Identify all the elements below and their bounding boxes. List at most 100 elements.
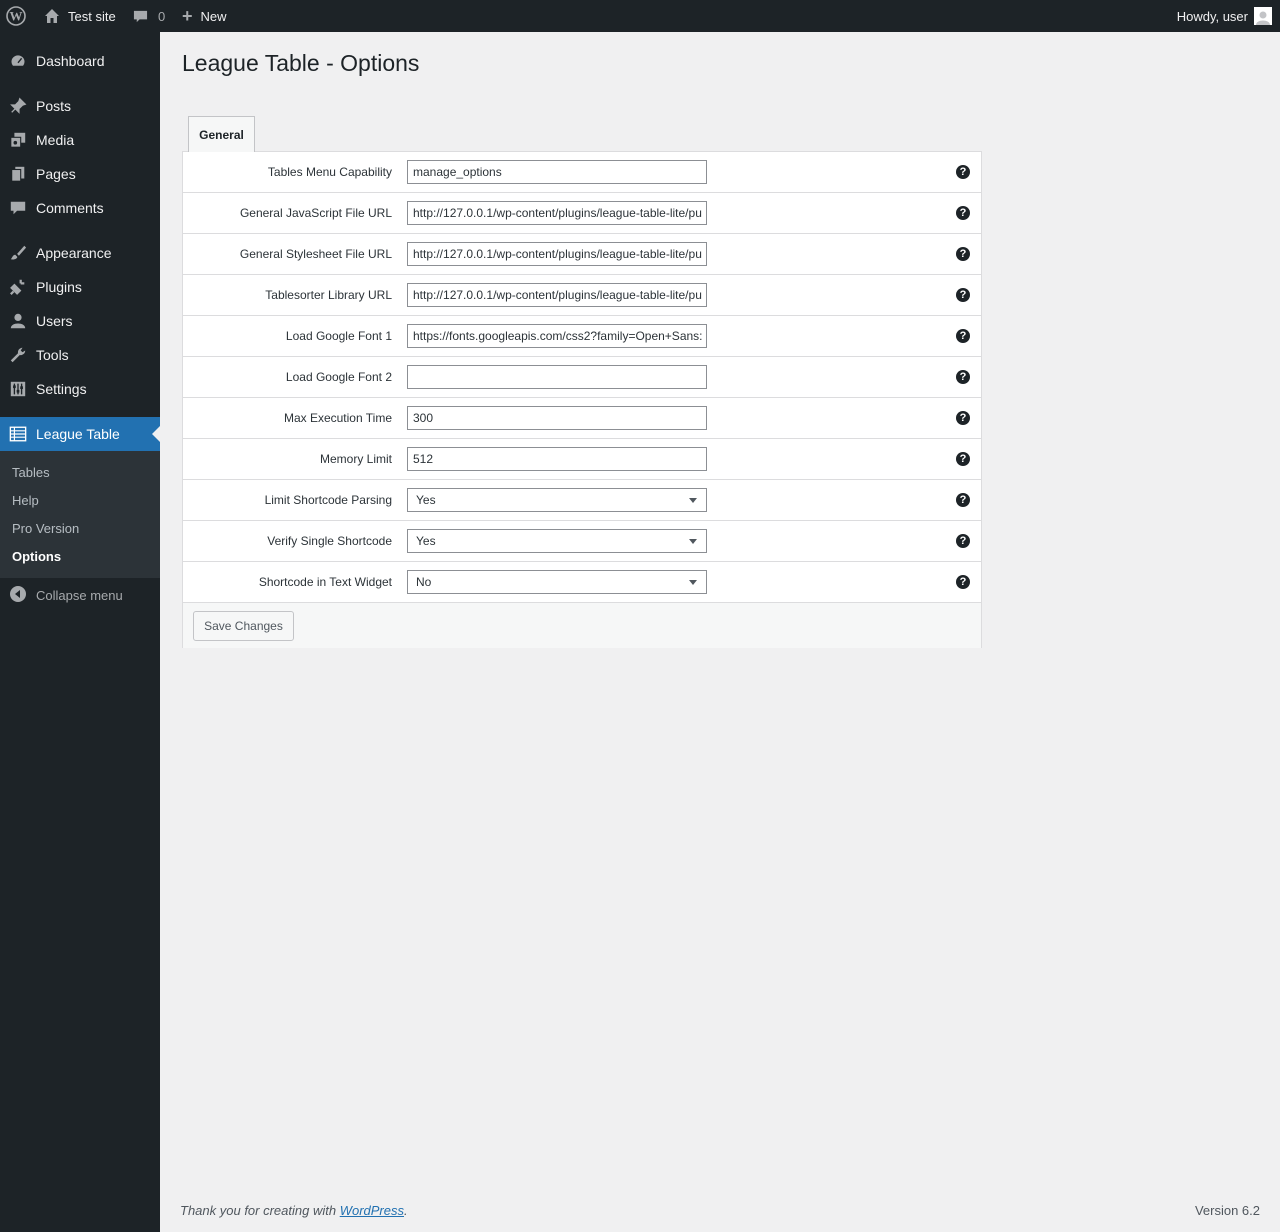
option-row-tablesorter-library-url: Tablesorter Library URL http://127.0.0.1… [183, 275, 981, 316]
sidebar-item-users[interactable]: Users [0, 304, 160, 338]
help-icon[interactable]: ? [956, 493, 970, 507]
help-icon[interactable]: ? [956, 329, 970, 343]
site-name: Test site [68, 8, 116, 24]
tab-general[interactable]: General [188, 116, 255, 152]
option-row-limit-shortcode-parsing: Limit Shortcode Parsing Yes ? [183, 480, 981, 521]
option-label: Shortcode in Text Widget [258, 575, 392, 589]
pages-icon [8, 164, 28, 184]
general-stylesheet-url-input[interactable]: http://127.0.0.1/wp-content/plugins/leag… [407, 242, 707, 266]
chevron-down-icon [689, 539, 697, 544]
option-label: Load Google Font 1 [285, 329, 392, 343]
avatar [1254, 7, 1272, 25]
plug-icon [8, 277, 28, 297]
collapse-label: Collapse menu [36, 587, 123, 603]
option-label: Load Google Font 2 [285, 370, 392, 384]
dashboard-icon [8, 51, 28, 71]
league-table-submenu: Tables Help Pro Version Options [0, 451, 160, 578]
sidebar-item-label: Plugins [36, 279, 82, 295]
sidebar-item-posts[interactable]: Posts [0, 89, 160, 123]
admin-sidebar: Dashboard Posts Media Pages Comments App… [0, 32, 160, 1232]
help-icon[interactable]: ? [956, 411, 970, 425]
wordpress-logo-icon[interactable]: W [6, 0, 28, 32]
sidebar-item-label: Users [36, 313, 73, 329]
sidebar-item-appearance[interactable]: Appearance [0, 236, 160, 270]
option-row-tables-menu-capability: Tables Menu Capability manage_options ? [183, 152, 981, 193]
option-row-load-google-font-2: Load Google Font 2 ? [183, 357, 981, 398]
wrench-icon [8, 345, 28, 365]
submenu-item-options[interactable]: Options [12, 549, 61, 564]
sidebar-item-tools[interactable]: Tools [0, 338, 160, 372]
help-icon[interactable]: ? [956, 534, 970, 548]
site-name-link[interactable]: Test site [44, 0, 116, 32]
comments-link[interactable]: 0 [133, 0, 165, 32]
option-label: Max Execution Time [283, 411, 392, 425]
sidebar-item-league-table[interactable]: League Table [0, 417, 160, 451]
max-execution-time-input[interactable]: 300 [407, 406, 707, 430]
sidebar-item-plugins[interactable]: Plugins [0, 270, 160, 304]
save-area: Save Changes [183, 603, 981, 648]
footer-thanks-suffix: . [404, 1203, 408, 1218]
wordpress-link[interactable]: WordPress [340, 1203, 404, 1218]
save-changes-button[interactable]: Save Changes [193, 611, 294, 641]
sidebar-item-label: Dashboard [36, 53, 105, 69]
comment-icon [133, 9, 148, 24]
option-row-shortcode-in-text-widget: Shortcode in Text Widget No ? [183, 562, 981, 603]
sidebar-item-label: Tools [36, 347, 69, 363]
option-label: General Stylesheet File URL [239, 247, 392, 261]
load-google-font-2-input[interactable] [407, 365, 707, 389]
general-javascript-url-input[interactable]: http://127.0.0.1/wp-content/plugins/leag… [407, 201, 707, 225]
page-title: League Table - Options [182, 50, 420, 76]
option-row-max-execution-time: Max Execution Time 300 ? [183, 398, 981, 439]
account-menu[interactable]: Howdy, user [1177, 0, 1272, 32]
help-icon[interactable]: ? [956, 575, 970, 589]
memory-limit-input[interactable]: 512 [407, 447, 707, 471]
sidebar-item-settings[interactable]: Settings [0, 372, 160, 406]
sidebar-item-pages[interactable]: Pages [0, 157, 160, 191]
submenu-item-help[interactable]: Help [12, 493, 39, 508]
footer-thanks: Thank you for creating with WordPress. [180, 1203, 408, 1218]
option-row-verify-single-shortcode: Verify Single Shortcode Yes ? [183, 521, 981, 562]
option-label: Tables Menu Capability [267, 165, 392, 179]
help-icon[interactable]: ? [956, 452, 970, 466]
limit-shortcode-parsing-select[interactable]: Yes [407, 488, 707, 512]
option-row-general-javascript-url: General JavaScript File URL http://127.0… [183, 193, 981, 234]
sidebar-item-label: Pages [36, 166, 76, 182]
footer-version: Version 6.2 [1194, 1203, 1260, 1218]
media-icon [8, 130, 28, 150]
submenu-item-tables[interactable]: Tables [12, 465, 50, 480]
shortcode-in-text-widget-select[interactable]: No [407, 570, 707, 594]
verify-single-shortcode-select[interactable]: Yes [407, 529, 707, 553]
option-row-memory-limit: Memory Limit 512 ? [183, 439, 981, 480]
tablesorter-library-url-input[interactable]: http://127.0.0.1/wp-content/plugins/leag… [407, 283, 707, 307]
help-icon[interactable]: ? [956, 288, 970, 302]
sidebar-item-label: League Table [36, 426, 120, 442]
help-icon[interactable]: ? [956, 247, 970, 261]
submenu-item-pro-version[interactable]: Pro Version [12, 521, 79, 536]
sidebar-item-label: Posts [36, 98, 72, 114]
sidebar-item-label: Appearance [36, 245, 112, 261]
sidebar-item-label: Media [36, 132, 75, 148]
collapse-menu-button[interactable]: Collapse menu [0, 581, 160, 609]
sidebar-item-comments[interactable]: Comments [0, 191, 160, 225]
new-content-link[interactable]: + New [182, 0, 227, 32]
select-value: No [416, 575, 432, 589]
sidebar-item-dashboard[interactable]: Dashboard [0, 44, 160, 78]
option-label: General JavaScript File URL [239, 206, 392, 220]
help-icon[interactable]: ? [956, 165, 970, 179]
tables-menu-capability-input[interactable]: manage_options [407, 160, 707, 184]
help-icon[interactable]: ? [956, 206, 970, 220]
help-icon[interactable]: ? [956, 370, 970, 384]
sidebar-item-label: Settings [36, 381, 87, 397]
footer-thanks-prefix: Thank you for creating with [180, 1203, 340, 1218]
sidebar-item-media[interactable]: Media [0, 123, 160, 157]
settings-icon [8, 379, 28, 399]
current-menu-arrow [152, 426, 160, 442]
comments-count: 0 [158, 8, 166, 24]
load-google-font-1-input[interactable]: https://fonts.googleapis.com/css2?family… [407, 324, 707, 348]
home-icon [44, 8, 60, 24]
option-label: Tablesorter Library URL [265, 288, 392, 302]
select-value: Yes [416, 493, 436, 507]
svg-text:W: W [10, 9, 23, 24]
plus-icon: + [182, 6, 193, 26]
new-label: New [200, 8, 227, 24]
